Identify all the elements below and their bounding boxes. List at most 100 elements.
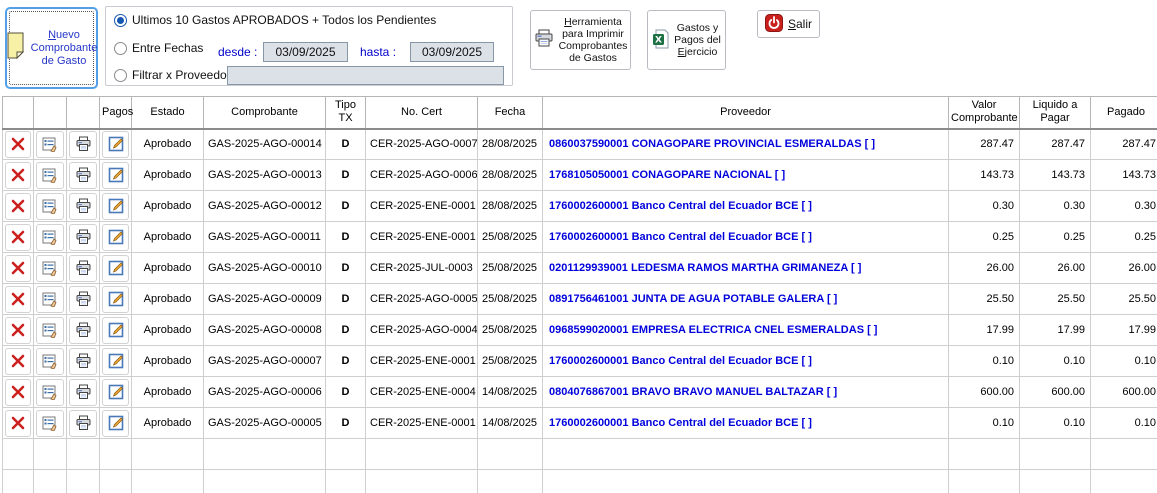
proveedor-link[interactable]: 1760002600001 Banco Central del Ecuador … [543, 191, 949, 222]
print-row-button[interactable] [69, 131, 97, 158]
radio-ultimos10-icon[interactable] [114, 14, 127, 27]
proveedor-link[interactable]: 0804076867001 BRAVO BRAVO MANUEL BALTAZA… [543, 377, 949, 408]
print-row-button[interactable] [69, 410, 97, 437]
properties-button[interactable] [36, 317, 64, 344]
expense-table-body: Aprobado GAS-2025-AGO-00014 D CER-2025-A… [3, 129, 1157, 493]
fecha-cell: 28/08/2025 [478, 191, 543, 222]
filter-option-entre-fechas-label: Entre Fechas [132, 41, 203, 55]
fecha-cell: 25/08/2025 [478, 346, 543, 377]
delete-x-icon [11, 230, 25, 244]
pagado-cell: 143.73 [1091, 160, 1157, 191]
proveedor-filter-input[interactable] [227, 66, 504, 85]
no-cert-cell: CER-2025-ENE-0001 [366, 408, 478, 439]
tipo-tx-cell: D [326, 191, 366, 222]
delete-row-button[interactable] [5, 224, 31, 251]
print-row-button[interactable] [69, 348, 97, 375]
desde-date-field[interactable]: 03/09/2025 [263, 42, 348, 62]
svg-text:X: X [655, 35, 662, 45]
print-row-button[interactable] [69, 379, 97, 406]
proveedor-link[interactable]: 0968599020001 EMPRESA ELECTRICA CNEL ESM… [543, 315, 949, 346]
filter-option-entre-fechas[interactable]: Entre Fechas [114, 41, 203, 55]
properties-button[interactable] [36, 348, 64, 375]
delete-row-button[interactable] [5, 162, 31, 189]
comprobante-cell: GAS-2025-AGO-00005 [204, 408, 326, 439]
new-document-icon [6, 32, 28, 64]
delete-row-button[interactable] [5, 193, 31, 220]
tipo-tx-cell: D [326, 408, 366, 439]
fecha-cell: 14/08/2025 [478, 377, 543, 408]
properties-button[interactable] [36, 255, 64, 282]
valor-comprobante-cell: 143.73 [949, 160, 1020, 191]
salir-button[interactable]: Salir [757, 10, 820, 38]
pagos-edit-button[interactable] [102, 317, 129, 344]
pagos-edit-button[interactable] [102, 348, 129, 375]
estado-cell: Aprobado [132, 129, 204, 160]
proveedor-link[interactable]: 1760002600001 Banco Central del Ecuador … [543, 408, 949, 439]
delete-row-button[interactable] [5, 255, 31, 282]
delete-row-button[interactable] [5, 410, 31, 437]
nuevo-comprobante-button[interactable]: Nuevo Comprobante de Gasto [5, 7, 98, 89]
pagos-edit-button[interactable] [102, 162, 129, 189]
radio-entre-fechas-icon[interactable] [114, 42, 127, 55]
pagos-edit-button[interactable] [102, 255, 129, 282]
print-row-button[interactable] [69, 317, 97, 344]
print-row-button[interactable] [69, 286, 97, 313]
properties-icon [42, 415, 59, 431]
print-row-button[interactable] [69, 255, 97, 282]
print-row-button[interactable] [69, 224, 97, 251]
proveedor-link[interactable]: 0201129939001 LEDESMA RAMOS MARTHA GRIMA… [543, 253, 949, 284]
filter-option-ultimos10[interactable]: Ultimos 10 Gastos APROBADOS + Todos los … [114, 13, 436, 27]
pagos-edit-button[interactable] [102, 286, 129, 313]
imprimir-comprobantes-button[interactable]: Herramienta para Imprimir Comprobantes d… [530, 10, 631, 70]
hasta-date-field[interactable]: 03/09/2025 [410, 42, 494, 62]
gastos-pagos-ejercicio-button[interactable]: X Gastos y Pagos del Ejercicio [647, 10, 726, 70]
print-row-button[interactable] [69, 162, 97, 189]
properties-icon [42, 384, 59, 400]
proveedor-link[interactable]: 0860037590001 CONAGOPARE PROVINCIAL ESME… [543, 129, 949, 160]
hasta-label: hasta : [360, 45, 396, 59]
printer-icon [534, 29, 554, 51]
imprimir-comprobantes-label: Herramienta para Imprimir Comprobantes d… [559, 16, 628, 64]
properties-button[interactable] [36, 131, 64, 158]
proveedor-link[interactable]: 0891756461001 JUNTA DE AGUA POTABLE GALE… [543, 284, 949, 315]
printer-icon [75, 229, 92, 245]
properties-button[interactable] [36, 162, 64, 189]
properties-icon [42, 353, 59, 369]
properties-icon [42, 167, 59, 183]
proveedor-link[interactable]: 1760002600001 Banco Central del Ecuador … [543, 346, 949, 377]
no-cert-cell: CER-2025-ENE-0001 [366, 346, 478, 377]
print-row-button[interactable] [69, 193, 97, 220]
pagos-edit-button[interactable] [102, 224, 129, 251]
filter-option-proveedor[interactable]: Filtrar x Proveedor [114, 68, 231, 82]
delete-row-button[interactable] [5, 379, 31, 406]
edit-pencil-icon [108, 322, 124, 338]
printer-icon [75, 198, 92, 214]
pagos-edit-button[interactable] [102, 410, 129, 437]
liquido-a-pagar-cell: 0.10 [1020, 346, 1091, 377]
delete-row-button[interactable] [5, 131, 31, 158]
delete-row-button[interactable] [5, 348, 31, 375]
delete-row-button[interactable] [5, 317, 31, 344]
properties-button[interactable] [36, 286, 64, 313]
properties-button[interactable] [36, 193, 64, 220]
proveedor-link[interactable]: 1760002600001 Banco Central del Ecuador … [543, 222, 949, 253]
proveedor-link[interactable]: 1768105050001 CONAGOPARE NACIONAL [ ] [543, 160, 949, 191]
delete-row-button[interactable] [5, 286, 31, 313]
pagado-cell: 26.00 [1091, 253, 1157, 284]
properties-button[interactable] [36, 379, 64, 406]
radio-proveedor-icon[interactable] [114, 69, 127, 82]
comprobante-cell: GAS-2025-AGO-00011 [204, 222, 326, 253]
delete-x-icon [11, 416, 25, 430]
properties-button[interactable] [36, 410, 64, 437]
pagos-edit-button[interactable] [102, 131, 129, 158]
header-proveedor: Proveedor [543, 97, 949, 129]
no-cert-cell: CER-2025-ENE-0001 [366, 222, 478, 253]
estado-cell: Aprobado [132, 160, 204, 191]
salir-label: Salir [788, 18, 812, 30]
edit-pencil-icon [108, 136, 124, 152]
properties-button[interactable] [36, 224, 64, 251]
filter-groupbox: Ultimos 10 Gastos APROBADOS + Todos los … [105, 6, 513, 86]
liquido-a-pagar-cell: 0.30 [1020, 191, 1091, 222]
pagos-edit-button[interactable] [102, 379, 129, 406]
pagos-edit-button[interactable] [102, 193, 129, 220]
